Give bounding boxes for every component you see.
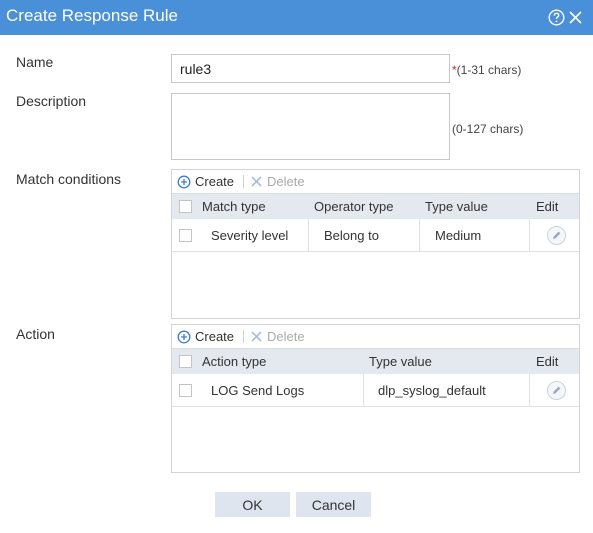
help-icon[interactable] — [548, 9, 565, 26]
match-conditions-toolbar: Create Delete — [172, 170, 579, 193]
column-divider — [529, 374, 530, 406]
row-edit-button[interactable] — [547, 226, 566, 245]
description-input[interactable] — [171, 93, 450, 160]
row-checkbox[interactable] — [179, 229, 192, 242]
col-operator-type: Operator type — [314, 199, 394, 214]
row-edit-button[interactable] — [547, 381, 566, 400]
col-edit: Edit — [536, 199, 559, 214]
match-type-cell: Severity level — [211, 227, 289, 243]
pencil-icon — [553, 386, 561, 394]
name-hint: *(1-31 chars) — [452, 63, 521, 77]
col-type-value: Type value — [425, 199, 488, 214]
match-conditions-panel: Create Delete Match type Operator type T… — [171, 169, 580, 319]
toolbar-divider — [243, 175, 244, 188]
column-divider — [419, 219, 420, 251]
close-icon[interactable] — [568, 10, 583, 25]
row-checkbox[interactable] — [179, 384, 192, 397]
cancel-button[interactable]: Cancel — [296, 492, 371, 517]
match-create-button[interactable]: Create — [177, 173, 234, 190]
name-hint-text: (1-31 chars) — [456, 63, 522, 77]
table-row: LOG Send Logs dlp_syslog_default — [172, 374, 579, 407]
action-type-cell: LOG Send Logs — [211, 382, 305, 398]
action-label: Action — [16, 326, 55, 342]
description-hint: (0-127 chars) — [452, 122, 524, 136]
name-label: Name — [16, 54, 54, 70]
column-divider — [308, 219, 309, 251]
type-value-cell: dlp_syslog_default — [378, 382, 486, 398]
delete-x-icon — [251, 176, 262, 187]
action-table-header: Action type Type value Edit — [172, 348, 579, 374]
plus-circle-icon — [177, 330, 191, 343]
toolbar-divider — [243, 330, 244, 343]
match-conditions-label: Match conditions — [16, 171, 122, 187]
action-create-button[interactable]: Create — [177, 328, 234, 345]
match-create-label: Create — [195, 174, 235, 189]
action-delete-button[interactable]: Delete — [250, 328, 305, 345]
pencil-icon — [553, 231, 561, 239]
col-match-type: Match type — [202, 199, 266, 214]
col-type-value: Type value — [369, 354, 432, 369]
col-action-type: Action type — [202, 354, 267, 369]
plus-circle-icon — [177, 175, 191, 188]
dialog-title: Create Response Rule — [6, 6, 178, 25]
column-divider — [529, 219, 530, 251]
action-create-label: Create — [195, 329, 235, 344]
match-delete-label: Delete — [267, 174, 305, 189]
match-delete-button[interactable]: Delete — [250, 173, 305, 190]
type-value-cell: Medium — [435, 227, 482, 243]
operator-type-cell: Belong to — [324, 227, 379, 243]
select-all-checkbox[interactable] — [179, 200, 192, 213]
column-divider — [363, 374, 364, 406]
dialog-titlebar: Create Response Rule — [0, 0, 593, 35]
action-panel: Create Delete Action type Type value Edi… — [171, 324, 580, 473]
match-table-header: Match type Operator type Type value Edit — [172, 193, 579, 219]
name-input[interactable] — [171, 54, 450, 83]
action-toolbar: Create Delete — [172, 325, 579, 348]
table-row: Severity level Belong to Medium — [172, 219, 579, 252]
select-all-checkbox[interactable] — [179, 355, 192, 368]
delete-x-icon — [251, 331, 262, 342]
col-edit: Edit — [536, 354, 559, 369]
ok-button[interactable]: OK — [215, 492, 290, 517]
action-delete-label: Delete — [267, 329, 305, 344]
description-label: Description — [16, 93, 87, 109]
